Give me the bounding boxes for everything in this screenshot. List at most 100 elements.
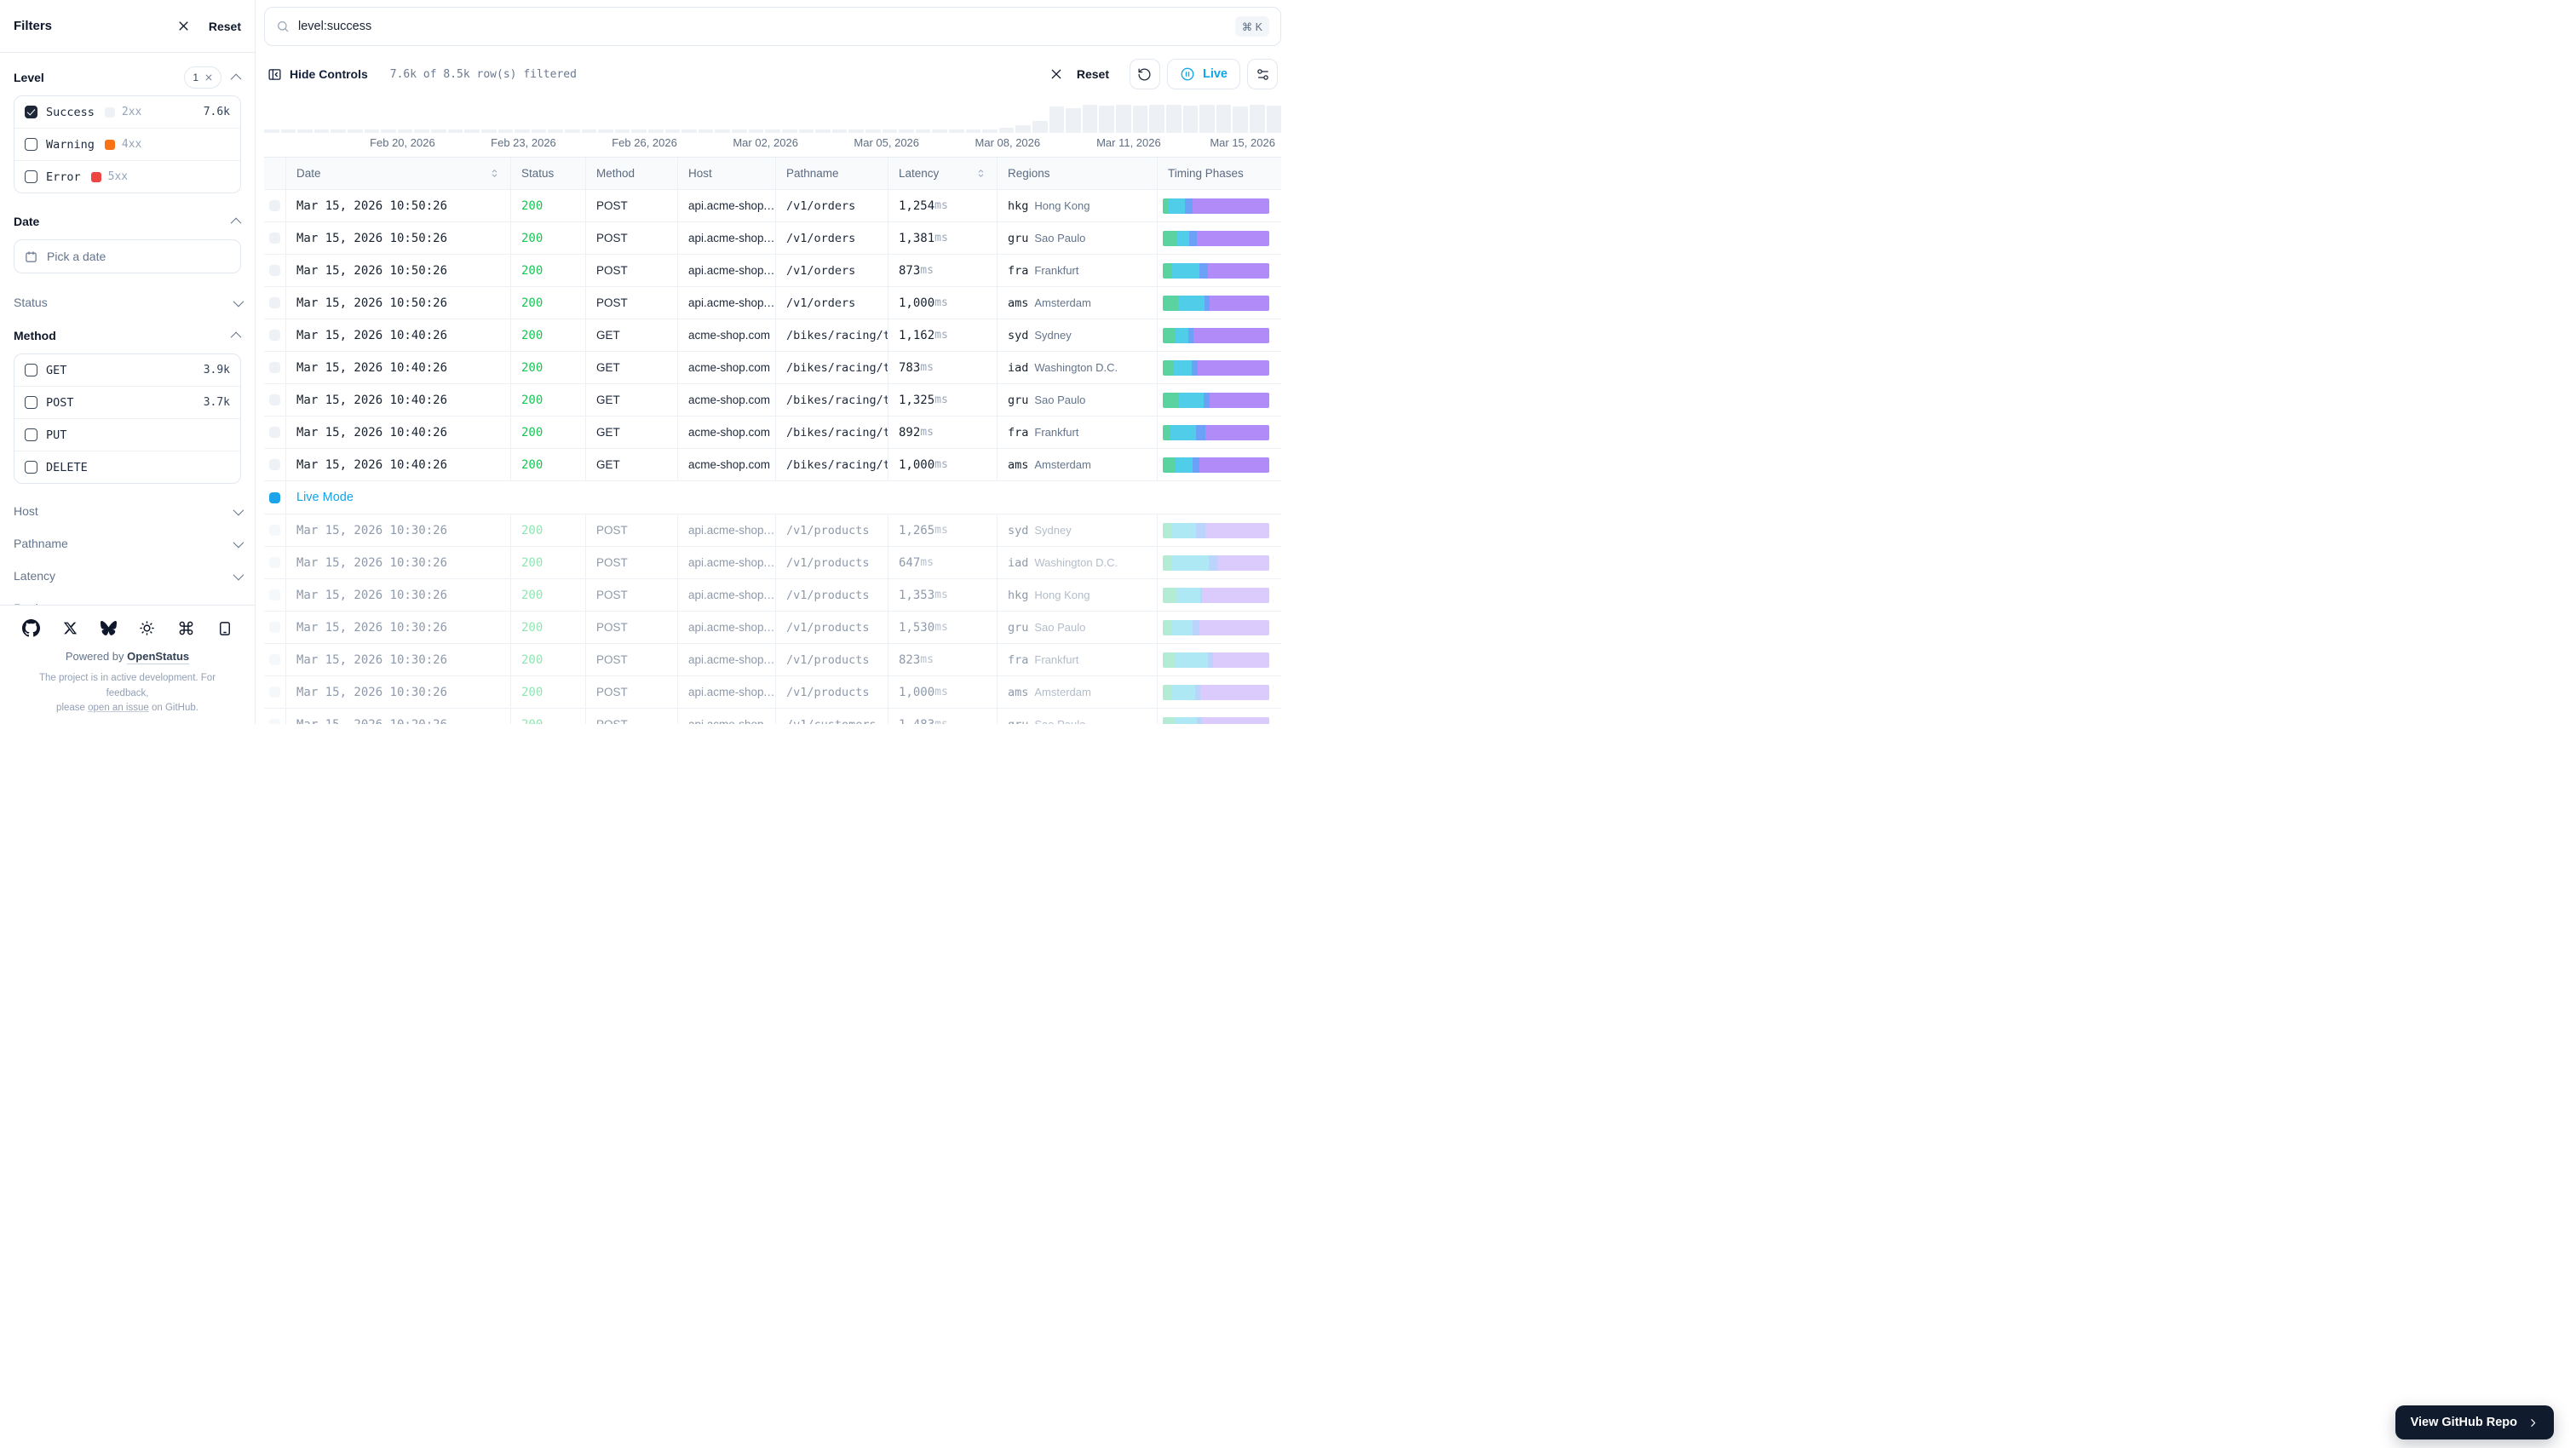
checkbox[interactable]: [25, 106, 37, 118]
live-mode-indicator[interactable]: [269, 492, 280, 503]
column-header-latency[interactable]: Latency: [888, 158, 998, 189]
row-checkbox-cell[interactable]: [264, 222, 286, 254]
timing-phases-cell[interactable]: [1158, 222, 1281, 254]
method-cell[interactable]: GET: [586, 384, 678, 416]
pathname-cell[interactable]: /bikes/racing/tr…: [776, 384, 888, 416]
row-checkbox-cell[interactable]: [264, 676, 286, 708]
timeline-bar[interactable]: [498, 129, 514, 133]
table-row[interactable]: Mar 15, 2026 10:50:26 200 POST api.acme-…: [264, 287, 1281, 319]
regions-cell[interactable]: gruSao Paulo: [998, 384, 1158, 416]
latency-cell[interactable]: 1,000ms: [888, 287, 998, 319]
timeline-bar[interactable]: [414, 129, 429, 133]
timing-phases-cell[interactable]: [1158, 709, 1281, 724]
latency-cell[interactable]: 873ms: [888, 255, 998, 286]
live-checkbox-cell[interactable]: [264, 481, 286, 514]
row-checkbox[interactable]: [269, 589, 280, 600]
host-cell[interactable]: acme-shop.com: [678, 319, 776, 351]
timeline-bar[interactable]: [999, 128, 1015, 133]
method-cell[interactable]: POST: [586, 222, 678, 254]
timeline-bar[interactable]: [982, 129, 998, 133]
section-level-header[interactable]: Level 1: [14, 66, 241, 89]
table-row[interactable]: Mar 15, 2026 10:20:26 200 POST api.acme-…: [264, 709, 1281, 724]
timing-phases-cell[interactable]: [1158, 644, 1281, 675]
row-checkbox[interactable]: [269, 719, 280, 724]
timing-phases-cell[interactable]: [1158, 417, 1281, 448]
method-cell[interactable]: POST: [586, 547, 678, 578]
date-cell[interactable]: Mar 15, 2026 10:50:26: [286, 255, 511, 286]
section-method-header[interactable]: Method: [14, 325, 241, 347]
host-cell[interactable]: api.acme-shop.…: [678, 222, 776, 254]
latency-cell[interactable]: 1,162ms: [888, 319, 998, 351]
live-mode-label[interactable]: Live Mode: [296, 491, 354, 504]
regions-cell[interactable]: sydSydney: [998, 319, 1158, 351]
timeline-bar[interactable]: [1116, 105, 1131, 133]
column-header-date[interactable]: Date: [286, 158, 511, 189]
pathname-cell[interactable]: /v1/customers: [776, 709, 888, 724]
row-checkbox-cell[interactable]: [264, 449, 286, 480]
pathname-cell[interactable]: /bikes/racing/tr…: [776, 417, 888, 448]
timeline-bar[interactable]: [1250, 105, 1265, 133]
host-cell[interactable]: api.acme-shop.…: [678, 514, 776, 546]
date-cell[interactable]: Mar 15, 2026 10:30:26: [286, 514, 511, 546]
method-option-put[interactable]: PUT: [14, 418, 240, 451]
pathname-cell[interactable]: /bikes/racing/tr…: [776, 319, 888, 351]
table-row[interactable]: Mar 15, 2026 10:50:26 200 POST api.acme-…: [264, 190, 1281, 222]
timeline-bar[interactable]: [481, 129, 497, 133]
level-option-warning[interactable]: Warning4xx: [14, 128, 240, 160]
clear-filters-icon[interactable]: [1049, 67, 1063, 81]
table-row[interactable]: Mar 15, 2026 10:40:26 200 GET acme-shop.…: [264, 319, 1281, 352]
pathname-cell[interactable]: /v1/products: [776, 547, 888, 578]
date-cell[interactable]: Mar 15, 2026 10:30:26: [286, 579, 511, 611]
row-checkbox[interactable]: [269, 459, 280, 470]
latency-cell[interactable]: 823ms: [888, 644, 998, 675]
row-checkbox[interactable]: [269, 265, 280, 276]
regions-cell[interactable]: amsAmsterdam: [998, 287, 1158, 319]
checkbox[interactable]: [25, 461, 37, 474]
date-cell[interactable]: Mar 15, 2026 10:30:26: [286, 612, 511, 643]
github-icon[interactable]: [22, 619, 40, 637]
row-checkbox-cell[interactable]: [264, 287, 286, 319]
row-checkbox-cell[interactable]: [264, 514, 286, 546]
status-cell[interactable]: 200: [511, 547, 586, 578]
timing-phases-cell[interactable]: [1158, 579, 1281, 611]
timeline-bar[interactable]: [1183, 106, 1199, 133]
date-cell[interactable]: Mar 15, 2026 10:40:26: [286, 449, 511, 480]
latency-cell[interactable]: 892ms: [888, 417, 998, 448]
host-cell[interactable]: api.acme-shop.…: [678, 287, 776, 319]
timeline-bar[interactable]: [1166, 105, 1182, 133]
row-checkbox-cell[interactable]: [264, 384, 286, 416]
host-cell[interactable]: api.acme-shop.…: [678, 190, 776, 221]
host-cell[interactable]: api.acme-shop.…: [678, 676, 776, 708]
timeline-bar[interactable]: [464, 129, 480, 133]
table-row[interactable]: Mar 15, 2026 10:30:26 200 POST api.acme-…: [264, 676, 1281, 709]
date-cell[interactable]: Mar 15, 2026 10:40:26: [286, 352, 511, 383]
timeline-bar[interactable]: [765, 129, 780, 133]
pathname-cell[interactable]: /v1/products: [776, 644, 888, 675]
timeline-bar[interactable]: [615, 129, 630, 133]
table-row[interactable]: Mar 15, 2026 10:30:26 200 POST api.acme-…: [264, 644, 1281, 676]
timeline-bar[interactable]: [398, 129, 413, 133]
method-cell[interactable]: POST: [586, 287, 678, 319]
method-cell[interactable]: GET: [586, 352, 678, 383]
toolbar-reset-button[interactable]: Reset: [1077, 67, 1109, 81]
host-cell[interactable]: api.acme-shop.…: [678, 547, 776, 578]
regions-cell[interactable]: hkgHong Kong: [998, 190, 1158, 221]
timeline-bar[interactable]: [749, 129, 764, 133]
timeline-bar[interactable]: [715, 129, 730, 133]
pathname-cell[interactable]: /v1/orders: [776, 190, 888, 221]
date-cell[interactable]: Mar 15, 2026 10:20:26: [286, 709, 511, 724]
latency-cell[interactable]: 1,254ms: [888, 190, 998, 221]
date-cell[interactable]: Mar 15, 2026 10:30:26: [286, 644, 511, 675]
status-cell[interactable]: 200: [511, 287, 586, 319]
timeline-bar[interactable]: [1049, 106, 1065, 133]
timeline-bar[interactable]: [832, 129, 848, 133]
pathname-cell[interactable]: /v1/orders: [776, 287, 888, 319]
openstatus-link[interactable]: OpenStatus: [127, 650, 189, 664]
status-cell[interactable]: 200: [511, 709, 586, 724]
status-cell[interactable]: 200: [511, 449, 586, 480]
timeline-bar[interactable]: [431, 129, 446, 133]
row-checkbox-cell[interactable]: [264, 319, 286, 351]
regions-cell[interactable]: fraFrankfurt: [998, 255, 1158, 286]
refresh-button[interactable]: [1130, 59, 1160, 89]
pathname-cell[interactable]: /bikes/racing/tr…: [776, 352, 888, 383]
